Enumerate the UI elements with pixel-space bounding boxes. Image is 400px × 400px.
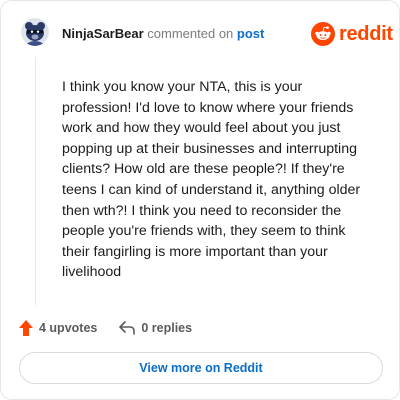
reddit-wordmark: reddit	[339, 23, 393, 45]
reply-button[interactable]: 0 replies	[119, 321, 192, 335]
comment-line: their fangirling is more important than …	[62, 243, 328, 260]
comment-line: popping up at their businesses and inter…	[62, 140, 357, 157]
reply-arrow-icon	[119, 321, 136, 335]
upvote-count: 4 upvotes	[39, 321, 98, 335]
comment-line: profession! I'd love to know where your …	[62, 99, 354, 116]
upvote-arrow-icon	[19, 320, 33, 336]
view-more-button[interactable]: View more on Reddit	[19, 352, 383, 384]
comment-line: people you're friends with, they seem to…	[62, 223, 346, 240]
embedded-comment-card: NinjaSarBear commented on post reddit I …	[0, 0, 400, 400]
user-avatar[interactable]	[21, 18, 49, 46]
comment-line: clients? How old are these people?! If t…	[62, 161, 345, 178]
comment-line: work and how they would feel about you j…	[62, 120, 341, 137]
comment-header: NinjaSarBear commented on post	[62, 26, 264, 42]
reddit-snoo-icon	[311, 22, 335, 46]
comment-line: I think you know your NTA, this is your	[62, 79, 303, 95]
comment-line: teens I can kind of understand it, anyth…	[62, 181, 361, 198]
post-link[interactable]: post	[237, 26, 264, 41]
username-link[interactable]: NinjaSarBear	[62, 26, 144, 41]
comment-actions: 4 upvotes 0 replies	[19, 318, 192, 338]
bear-avatar-icon	[21, 18, 49, 46]
upvote-button[interactable]: 4 upvotes	[19, 320, 97, 336]
thread-line	[35, 57, 36, 305]
action-text: commented on	[147, 26, 234, 41]
comment-body: I think you know your NTA, this is your …	[62, 77, 386, 283]
comment-line: livelihood	[62, 264, 122, 281]
reddit-logo[interactable]: reddit	[311, 21, 393, 47]
reply-count: 0 replies	[141, 321, 193, 335]
comment-line: then wth?! I think you need to reconside…	[62, 202, 342, 219]
